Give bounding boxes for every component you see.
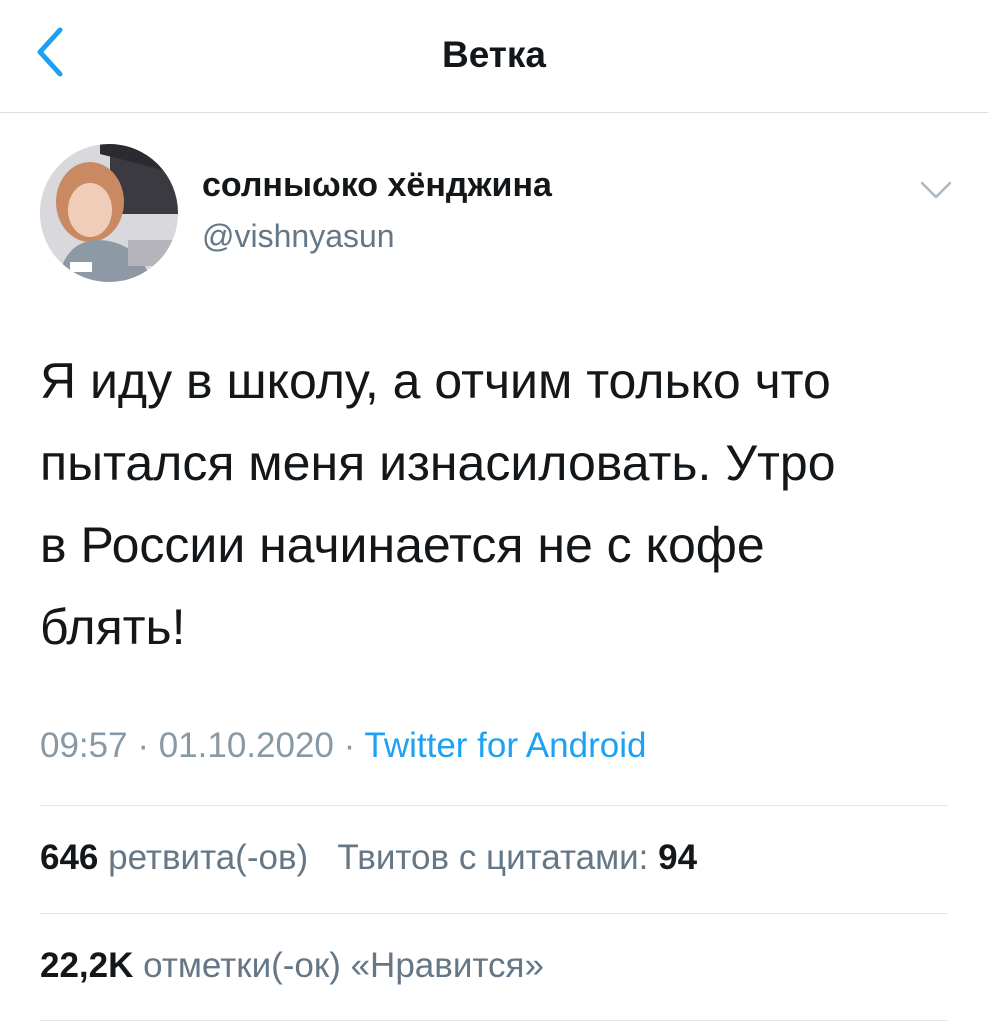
author-display-name[interactable]: солныωко хёнджина bbox=[202, 166, 552, 205]
divider bbox=[40, 1020, 948, 1021]
divider bbox=[40, 913, 948, 914]
quotes-label: Твитов с цитатами: bbox=[337, 838, 649, 877]
tweet-text: Я иду в школу, а отчим только что пыталс… bbox=[40, 353, 836, 655]
chevron-down-icon bbox=[920, 181, 952, 199]
retweets-count: 646 bbox=[40, 838, 99, 877]
more-options-button[interactable] bbox=[918, 178, 954, 202]
page-title: Ветка bbox=[441, 34, 547, 75]
meta-separator: · bbox=[137, 726, 149, 765]
tweet-source-link[interactable]: Twitter for Android bbox=[364, 726, 646, 765]
tweet-date: 01.10.2020 bbox=[158, 726, 334, 765]
quotes-count: 94 bbox=[658, 838, 698, 877]
retweets-stat[interactable]: 646 ретвита(-ов) bbox=[40, 838, 318, 877]
author-handle[interactable]: @vishnyasun bbox=[202, 218, 395, 255]
quotes-stat[interactable]: Твитов с цитатами: 94 bbox=[337, 838, 697, 877]
avatar[interactable] bbox=[40, 144, 178, 282]
retweets-label: ретвита(-ов) bbox=[108, 838, 309, 877]
user-avatar-photo bbox=[40, 144, 178, 282]
meta-separator: · bbox=[343, 726, 356, 765]
nav-bar: Ветка bbox=[0, 0, 988, 113]
tweet-time: 09:57 bbox=[40, 726, 128, 765]
tweet-meta: 09:57 · 01.10.2020 · Twitter for Android bbox=[40, 726, 646, 766]
likes-count: 22,2K bbox=[40, 946, 134, 985]
divider bbox=[40, 805, 948, 806]
likes-stats-row: 22,2K отметки(-ок) «Нравится» bbox=[40, 946, 544, 986]
retweet-stats-row: 646 ретвита(-ов) Твитов с цитатами: 94 bbox=[40, 838, 697, 878]
likes-label: отметки(-ок) «Нравится» bbox=[143, 946, 544, 985]
likes-stat[interactable]: 22,2K отметки(-ок) «Нравится» bbox=[40, 946, 544, 985]
